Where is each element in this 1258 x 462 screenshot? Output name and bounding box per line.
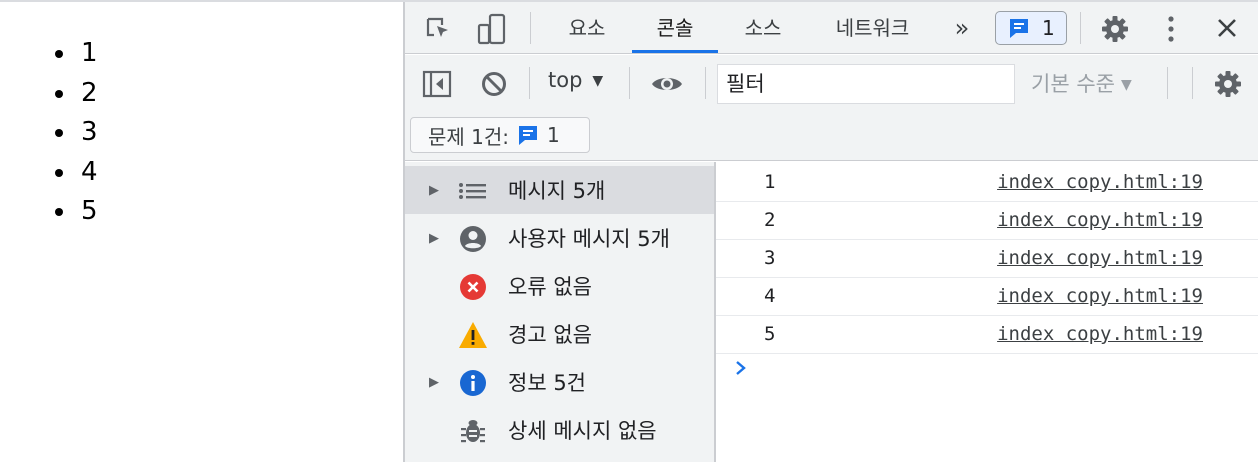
console-log-row: 1 index copy.html:19 [716,164,1258,202]
console-toolbar: top ▼ 필터 기본 수준 ▼ 문제 1건: 1 [405,55,1258,161]
warning-icon [458,320,488,350]
console-log-row: 3 index copy.html:19 [716,240,1258,278]
console-settings-gear-icon[interactable] [1212,68,1244,100]
sidebar-item-warnings[interactable]: 경고 없음 [405,310,714,358]
execution-context-value: top [548,68,583,92]
sidebar-item-messages[interactable]: ▶ 메시지 5개 [405,166,714,214]
console-log-row: 5 index copy.html:19 [716,316,1258,354]
issues-counter-label: 1 [1042,16,1055,40]
more-tabs-button[interactable]: » [945,2,979,54]
log-message: 4 [764,285,776,307]
log-message: 3 [764,247,776,269]
expand-triangle-icon[interactable]: ▶ [429,183,439,198]
active-tab-indicator [632,50,718,53]
inspect-element-icon[interactable] [423,14,453,44]
tab-elements[interactable]: 요소 [547,2,627,54]
sidebar-item-label: 경고 없음 [508,323,592,347]
expand-triangle-icon[interactable]: ▶ [429,375,439,390]
toolbar-divider [529,67,530,99]
chevron-down-icon: ▼ [1120,77,1132,93]
devtools-tabbar: 요소 콘솔 소스 네트워크 » 1 [405,2,1258,54]
issues-counter-button[interactable]: 1 [995,11,1067,45]
close-icon[interactable] [1214,15,1240,41]
more-options-icon[interactable] [1161,13,1181,45]
expand-triangle-icon[interactable]: ▶ [429,231,439,246]
sidebar-item-label: 상세 메시지 없음 [508,419,657,443]
settings-gear-icon[interactable] [1099,13,1131,45]
list-item: 3 [52,113,98,153]
issues-button[interactable]: 문제 1건: 1 [410,117,590,153]
devtools-panel: 요소 콘솔 소스 네트워크 » 1 top ▼ 필터 기본 수준 ▼ 문제 1건… [403,2,1258,462]
log-source-link[interactable]: index copy.html:19 [997,247,1203,269]
error-icon [458,272,488,302]
list-item: 4 [52,153,98,193]
tab-network[interactable]: 네트워크 [815,2,930,54]
console-prompt-chevron-icon[interactable] [734,360,754,380]
console-log-row: 2 index copy.html:19 [716,202,1258,240]
sidebar-item-user-messages[interactable]: ▶ 사용자 메시지 5개 [405,214,714,262]
list-icon [458,176,488,206]
console-sidebar: ▶ 메시지 5개 ▶ 사용자 메시지 5개 오류 없음 경고 없음 ▶ 정보 5… [405,162,716,462]
tab-sources[interactable]: 소스 [723,2,803,54]
toolbar-divider [1192,67,1193,99]
issues-button-label: 문제 1건: [428,124,510,149]
filter-input[interactable]: 필터 [717,64,1015,104]
bug-icon [458,416,488,446]
sidebar-item-errors[interactable]: 오류 없음 [405,262,714,310]
toolbar-divider [629,67,630,99]
list-item: 5 [52,192,98,232]
number-list: 1 2 3 4 5 [52,34,98,232]
page-viewport: 1 2 3 4 5 [0,2,403,462]
execution-context-select[interactable]: top ▼ [548,68,603,92]
list-item: 2 [52,74,98,114]
log-levels-dropdown[interactable]: 기본 수준 ▼ [1031,68,1132,98]
message-icon [1010,19,1028,38]
tab-console[interactable]: 콘솔 [632,2,718,54]
log-source-link[interactable]: index copy.html:19 [997,285,1203,307]
device-toolbar-icon[interactable] [475,12,509,46]
message-icon [519,126,538,145]
log-source-link[interactable]: index copy.html:19 [997,209,1203,231]
sidebar-item-label: 메시지 5개 [508,179,606,203]
sidebar-item-label: 정보 5건 [508,371,586,395]
sidebar-item-info[interactable]: ▶ 정보 5건 [405,358,714,406]
sidebar-item-label: 사용자 메시지 5개 [508,227,670,251]
log-message: 5 [764,323,776,345]
log-source-link[interactable]: index copy.html:19 [997,171,1203,193]
toolbar-divider [1167,67,1168,99]
log-message: 1 [764,171,776,193]
sidebar-item-label: 오류 없음 [508,275,592,299]
clear-console-icon[interactable] [478,68,510,100]
issues-button-count: 1 [547,123,560,147]
toolbar-divider [705,67,706,99]
console-output: 1 index copy.html:19 2 index copy.html:1… [716,162,1258,462]
sidebar-item-verbose[interactable]: 상세 메시지 없음 [405,406,714,454]
list-item: 1 [52,34,98,74]
log-source-link[interactable]: index copy.html:19 [997,323,1203,345]
console-log-row: 4 index copy.html:19 [716,278,1258,316]
info-icon [458,368,488,398]
log-message: 2 [764,209,776,231]
tabbar-divider [1080,12,1081,44]
sidebar-toggle-icon[interactable] [421,68,453,100]
live-expression-eye-icon[interactable] [649,68,685,100]
chevron-down-icon: ▼ [592,73,604,89]
log-levels-label: 기본 수준 [1031,72,1115,96]
user-icon [458,224,488,254]
tabbar-divider [530,12,531,44]
